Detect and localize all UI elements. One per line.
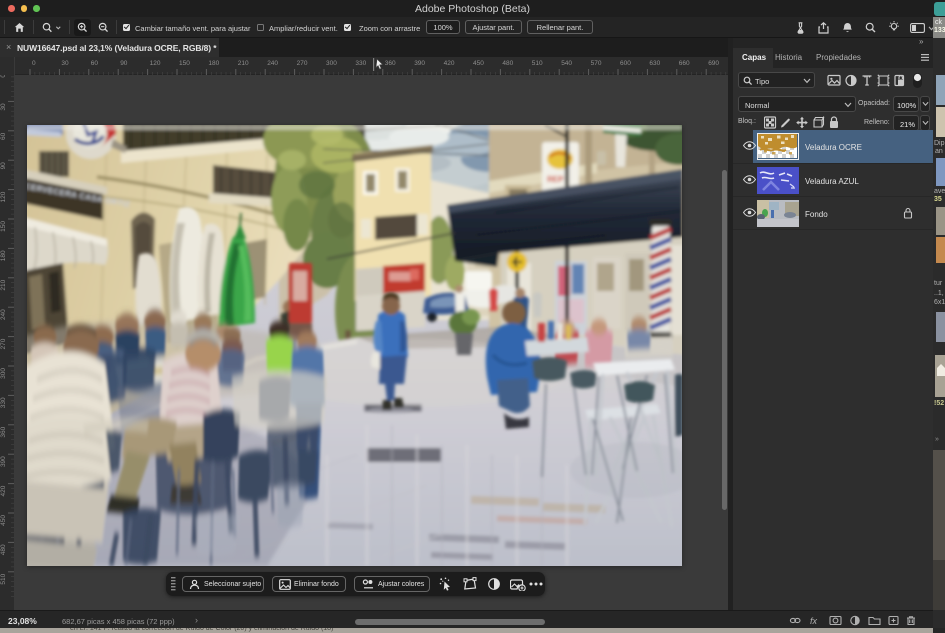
svg-text:360: 360 (385, 60, 396, 67)
svg-text:240: 240 (267, 60, 278, 67)
svg-text:270: 270 (297, 60, 308, 67)
svg-text:270: 270 (0, 338, 7, 349)
svg-text:120: 120 (150, 60, 161, 67)
svg-text:210: 210 (238, 60, 249, 67)
svg-text:570: 570 (591, 60, 602, 67)
svg-text:510: 510 (532, 60, 543, 67)
svg-text:450: 450 (473, 60, 484, 67)
svg-text:390: 390 (0, 456, 7, 467)
svg-text:120: 120 (0, 191, 7, 202)
svg-text:330: 330 (0, 397, 7, 408)
svg-text:180: 180 (208, 60, 219, 67)
svg-text:210: 210 (0, 279, 7, 290)
svg-text:30: 30 (61, 60, 69, 67)
svg-text:390: 390 (414, 60, 425, 67)
svg-text:90: 90 (0, 162, 7, 170)
svg-text:150: 150 (179, 60, 190, 67)
svg-text:fx: fx (810, 616, 818, 626)
svg-text:540: 540 (561, 60, 572, 67)
svg-text:0: 0 (32, 60, 36, 67)
svg-text:90: 90 (120, 60, 128, 67)
svg-text:60: 60 (91, 60, 99, 67)
svg-text:360: 360 (0, 426, 7, 437)
svg-text:150: 150 (0, 221, 7, 232)
svg-text:600: 600 (620, 60, 631, 67)
svg-text:420: 420 (0, 485, 7, 496)
svg-text:480: 480 (502, 60, 513, 67)
svg-text:60: 60 (0, 132, 7, 140)
svg-text:450: 450 (0, 515, 7, 526)
svg-text:180: 180 (0, 250, 7, 261)
svg-text:630: 630 (649, 60, 660, 67)
svg-text:660: 660 (679, 60, 690, 67)
svg-text:REP: REP (547, 175, 564, 184)
svg-text:30: 30 (0, 103, 7, 111)
svg-text:300: 300 (326, 60, 337, 67)
svg-text:510: 510 (0, 573, 7, 584)
svg-text:240: 240 (0, 309, 7, 320)
svg-text:420: 420 (444, 60, 455, 67)
svg-text:300: 300 (0, 368, 7, 379)
svg-text:690: 690 (708, 60, 719, 67)
svg-text:480: 480 (0, 544, 7, 555)
svg-text:330: 330 (355, 60, 366, 67)
